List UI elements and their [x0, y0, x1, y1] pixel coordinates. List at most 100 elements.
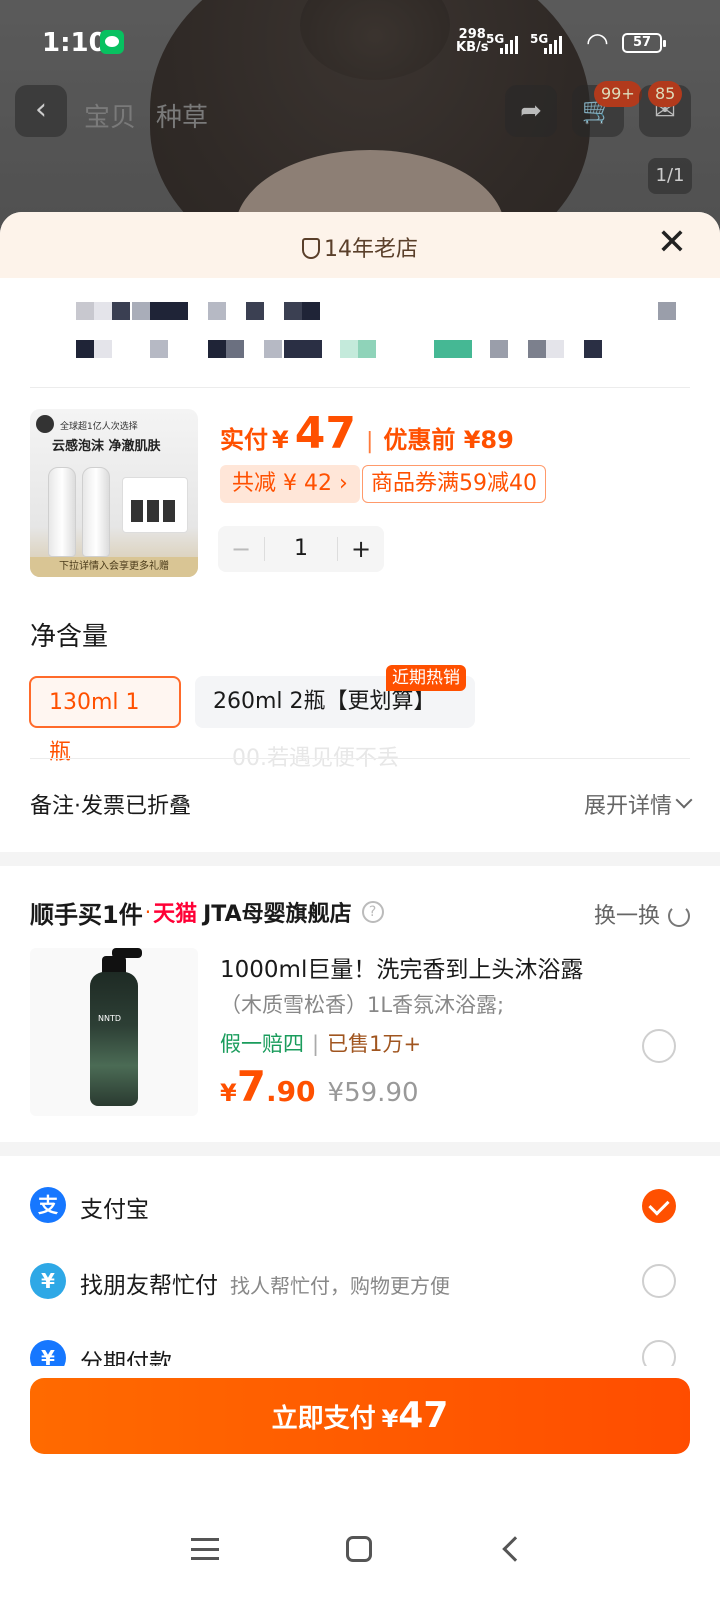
back-icon[interactable] [502, 1536, 528, 1562]
add-on-currency: ¥ [220, 1079, 237, 1107]
tab-grass[interactable]: 种草 [156, 97, 208, 134]
bottle-label: NNTD [98, 1014, 122, 1023]
friend-pay-icon: ¥ [30, 1263, 66, 1299]
increase-button[interactable]: + [338, 535, 384, 563]
pay-button-label: 立即支付 [271, 1404, 376, 1434]
add-on-price: ¥ 7 .90 ¥59.90 [220, 1062, 419, 1111]
store-age-tag: 14年老店 [0, 231, 720, 263]
shield-check-icon [302, 238, 320, 259]
status-bar: 1:10 298 KB/s 5G 5G ◠ 57 [0, 0, 720, 88]
chevron-down-icon [675, 791, 693, 809]
shop-name[interactable]: JTA母婴旗舰店 [203, 896, 352, 928]
installment-radio[interactable] [642, 1340, 676, 1366]
image-pager: 1/1 [648, 158, 692, 194]
product-thumbnail[interactable]: 全球超1亿人次选择 云感泡沫 净澈肌肤 下拉详情入会享更多礼赠 [30, 409, 198, 577]
add-on-brand: 顺手买1件 [30, 900, 143, 929]
payment-alipay[interactable]: 支 支付宝 [30, 1183, 690, 1227]
status-time: 1:10 [42, 28, 107, 58]
installment-icon: ¥ [30, 1340, 66, 1366]
product-bottle-right [82, 467, 110, 557]
thumbnail-caption: 全球超1亿人次选择 [60, 422, 138, 432]
expand-details-link[interactable]: 展开详情 [584, 788, 672, 820]
system-nav-bar [0, 1500, 720, 1600]
home-icon[interactable] [346, 1536, 372, 1562]
add-on-tags: 假一赔四 | 已售1万+ [220, 1028, 421, 1058]
battery-icon: 57 [622, 33, 666, 53]
sheet-header: 14年老店 ✕ [0, 212, 720, 278]
share-icon: ➦ [520, 96, 542, 126]
add-on-select-radio[interactable] [642, 1029, 676, 1063]
close-icon: ✕ [656, 222, 688, 263]
paid-currency: ¥ [272, 426, 289, 454]
help-icon[interactable]: ? [361, 901, 384, 923]
wechat-icon [100, 30, 124, 54]
discount-detail-chip[interactable]: 共减 ¥ 42 › [220, 465, 360, 503]
section-gap [0, 1142, 720, 1156]
payment-name: 分期付款 [80, 1350, 172, 1366]
alipay-radio-selected[interactable] [642, 1189, 676, 1223]
menu-icon[interactable] [191, 1538, 219, 1560]
swap-button[interactable]: 换一换 [594, 898, 690, 930]
paid-price: 47 [294, 408, 356, 459]
divider [30, 758, 690, 759]
signal-bars-icon [544, 34, 562, 54]
paid-label: 实付 [220, 426, 268, 454]
option-130ml[interactable]: 130ml 1瓶 [29, 676, 181, 765]
product-top-bar: ‹ 宝贝 种草 ➦ 🛒 99+ ✉ 85 [0, 81, 720, 141]
payment-name: 支付宝 [80, 1197, 149, 1223]
price-separator: | [365, 429, 374, 454]
payment-installment[interactable]: ¥ 分期付款 [30, 1336, 690, 1366]
add-on-price-integer: 7 [236, 1062, 266, 1111]
divider [30, 387, 690, 388]
decrease-button[interactable]: − [218, 535, 264, 563]
add-on-product-image[interactable]: NNTD [30, 948, 198, 1116]
add-on-subtitle: （木质雪松香）1L香氛沐浴露; [220, 993, 505, 1017]
address-pixelated [0, 292, 720, 402]
body-wash-bottle [90, 972, 138, 1106]
coupon-chip: 商品券满59减40 [362, 465, 546, 503]
brand-logo [36, 415, 54, 433]
price-row: 实付 ¥ 47 | 优惠前 ¥89 [220, 408, 514, 460]
signal-bars-icon [500, 34, 518, 54]
pay-now-button[interactable]: 立即支付 ¥47 [30, 1378, 690, 1454]
close-button[interactable]: ✕ [654, 225, 690, 262]
tag-separator: | [312, 1032, 320, 1056]
sales-tag: 已售1万+ [327, 1032, 422, 1056]
pay-button-amount: 47 [398, 1395, 449, 1436]
add-on-dot: · [144, 900, 152, 924]
quantity-stepper: − 1 + [218, 526, 384, 572]
message-badge: 85 [648, 81, 683, 107]
payment-name: 找朋友帮忙付 找人帮忙付，购物更方便 [80, 1273, 450, 1299]
guarantee-tag: 假一赔四 [220, 1032, 304, 1056]
thumbnail-footer: 下拉详情入会享更多礼赠 [30, 557, 198, 577]
add-on-price-decimal: .90 [265, 1075, 316, 1108]
section-gap [0, 852, 720, 866]
gift-box-image [122, 477, 188, 533]
tab-item[interactable]: 宝贝 [84, 97, 136, 134]
installment-radio-clip [642, 1340, 676, 1366]
watermark-text: 00.若遇见便不丢 [232, 746, 399, 771]
network-speed: 298 KB/s [456, 27, 489, 55]
add-on-header: 顺手买1件 · 天猫 JTA母婴旗舰店 ? 换一换 [30, 894, 690, 930]
hot-sale-badge: 近期热销 [386, 665, 466, 691]
wifi-icon: ◠ [586, 28, 609, 58]
add-on-original-price: ¥59.90 [327, 1078, 419, 1108]
share-button[interactable]: ➦ [505, 85, 557, 137]
note-invoice-row[interactable]: 备注·发票已折叠 展开详情 [30, 784, 693, 820]
tmall-logo: 天猫 [153, 902, 198, 927]
pay-button-currency: ¥ [381, 1405, 399, 1433]
payment-friend-pay[interactable]: ¥ 找朋友帮忙付 找人帮忙付，购物更方便 [30, 1259, 690, 1303]
quantity-value[interactable]: 1 [264, 537, 338, 561]
friend-pay-radio[interactable] [642, 1264, 676, 1298]
refresh-icon [668, 905, 690, 927]
product-bottle-left [48, 467, 76, 557]
spec-title: 净含量 [30, 622, 109, 652]
note-invoice-label: 备注·发票已折叠 [30, 794, 191, 819]
alipay-icon: 支 [30, 1187, 66, 1223]
payment-description: 找人帮忙付，购物更方便 [230, 1274, 450, 1298]
back-button[interactable]: ‹ [15, 85, 67, 137]
purchase-sheet: 14年老店 ✕ 全球超1亿人次选择 云感泡沫 净澈肌肤 下拉详情入会享更多礼赠 … [0, 212, 720, 1600]
original-price: 优惠前 ¥89 [383, 426, 514, 454]
cart-badge: 99+ [594, 81, 642, 107]
add-on-title[interactable]: 1000ml巨量！洗完香到上头沐浴露 [220, 950, 583, 984]
